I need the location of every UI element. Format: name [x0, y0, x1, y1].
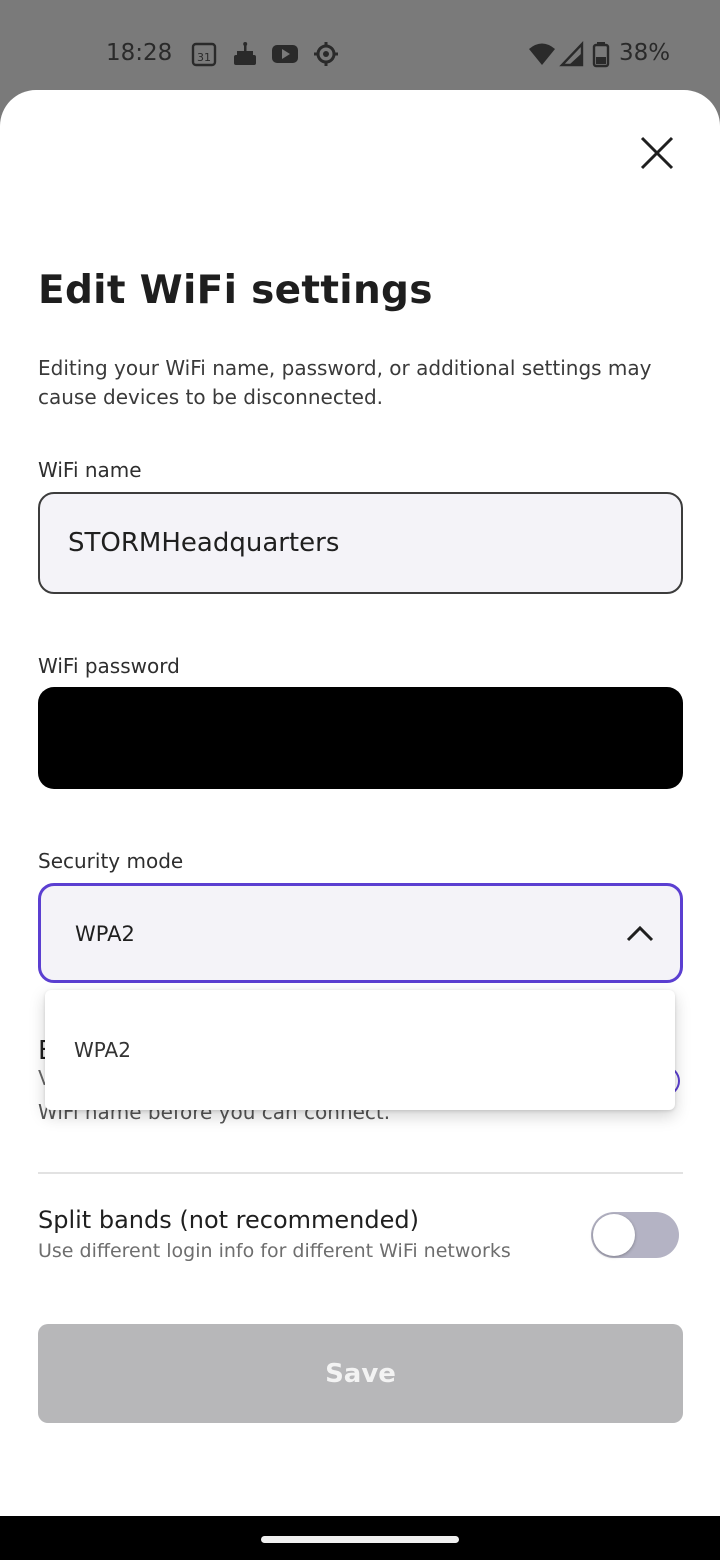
- navigation-bar: [0, 1516, 720, 1560]
- settings-icon: [312, 40, 340, 68]
- wifi-password-field[interactable]: [38, 687, 683, 789]
- home-indicator[interactable]: [261, 1536, 459, 1543]
- security-mode-value: WPA2: [75, 922, 135, 946]
- security-mode-dropdown: WPA2: [45, 990, 675, 1110]
- wifi-name-label: WiFi name: [38, 458, 142, 482]
- battery-percentage: 38%: [619, 40, 671, 66]
- dropdown-option-wpa2[interactable]: WPA2: [45, 990, 675, 1110]
- cake-icon: [231, 40, 259, 68]
- split-bands-subtitle: Use different login info for different W…: [38, 1240, 511, 1262]
- wifi-password-label: WiFi password: [38, 654, 180, 678]
- status-time: 18:28: [106, 40, 173, 66]
- page-title: Edit WiFi settings: [38, 268, 433, 313]
- chevron-up-icon: [626, 925, 654, 942]
- battery-icon: [591, 40, 611, 68]
- split-bands-title: Split bands (not recommended): [38, 1206, 419, 1234]
- close-icon: [640, 136, 674, 170]
- security-mode-label: Security mode: [38, 849, 184, 873]
- dropdown-option-label: WPA2: [74, 1038, 131, 1062]
- wifi-name-value: STORMHeadquarters: [68, 528, 340, 558]
- wifi-name-field[interactable]: STORMHeadquarters: [38, 492, 683, 594]
- close-button[interactable]: [636, 132, 678, 174]
- save-button[interactable]: Save: [38, 1324, 683, 1423]
- wifi-icon: [528, 40, 556, 68]
- calendar-icon: 31: [190, 40, 218, 68]
- toggle-knob: [593, 1214, 635, 1256]
- calendar-day: 31: [197, 51, 211, 64]
- split-bands-toggle[interactable]: [591, 1212, 679, 1258]
- youtube-icon: [271, 40, 299, 68]
- security-mode-select[interactable]: WPA2: [38, 883, 683, 983]
- signal-icon: [559, 40, 587, 68]
- status-bar: 18:28 31 38%: [0, 0, 720, 100]
- divider: [38, 1172, 683, 1174]
- description-text: Editing your WiFi name, password, or add…: [38, 356, 652, 409]
